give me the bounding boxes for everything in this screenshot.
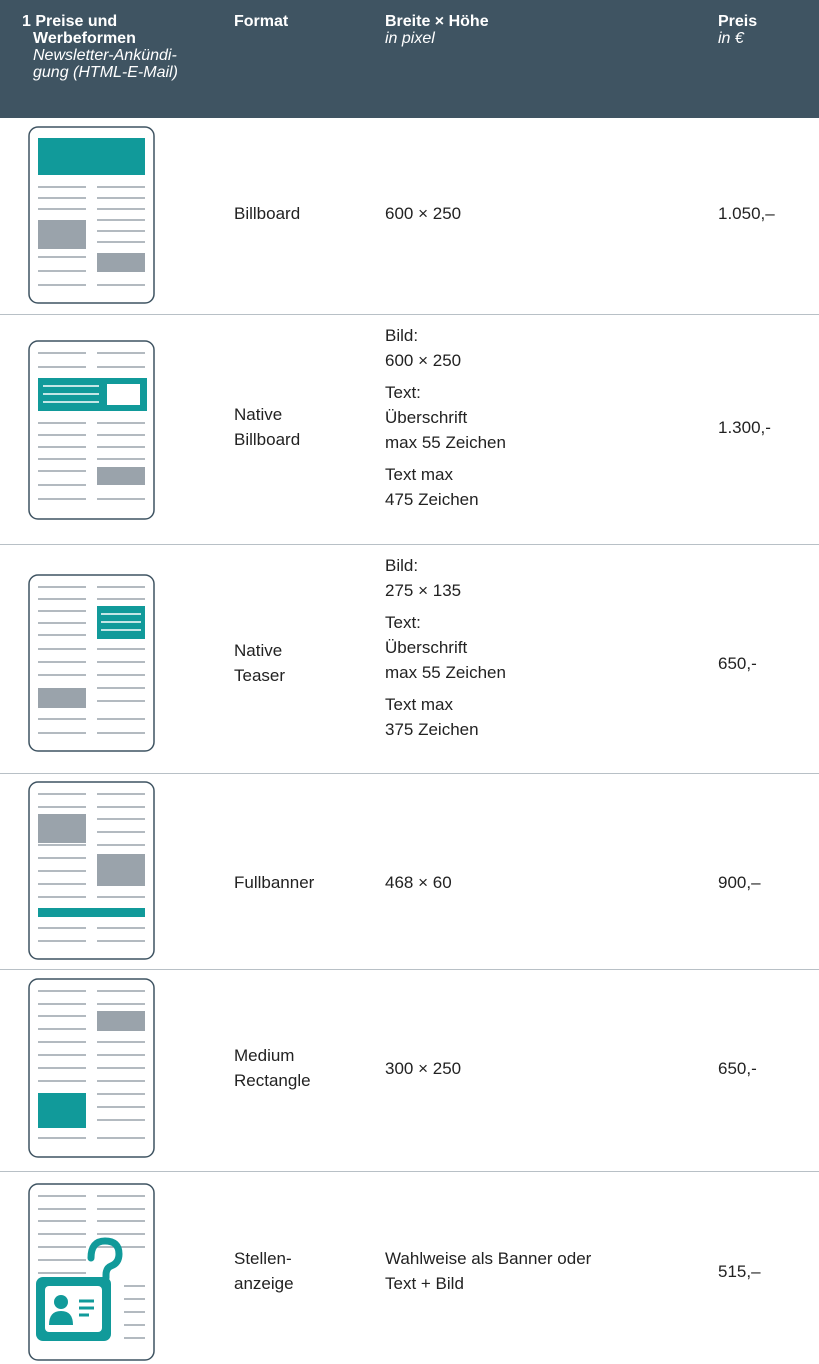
size-value: Wahlweise als Banner oder — [385, 1249, 592, 1268]
size-cell: Bild: 275 × 135 Text: Überschrift max 55… — [385, 553, 506, 742]
format-label: Rectangle — [234, 1071, 311, 1090]
size-value: 468 × 60 — [385, 873, 452, 892]
format-label: Billboard — [234, 204, 301, 223]
format-label: Medium — [234, 1046, 295, 1065]
native-billboard-layout-icon — [28, 340, 155, 520]
format-label: Native — [234, 405, 283, 424]
format-label: Billboard — [234, 430, 301, 449]
billboard-layout-icon — [28, 126, 155, 304]
price-cell: 515,– — [718, 1259, 761, 1284]
format-cell: Medium Rectangle — [234, 1043, 311, 1093]
native-teaser-layout-icon — [28, 574, 155, 752]
header-format-title: Format — [234, 13, 289, 30]
header-col-format: Format — [234, 13, 288, 30]
size-cell: 468 × 60 — [385, 870, 452, 895]
header-price-unit: in € — [718, 30, 744, 47]
price-value: 515,– — [718, 1262, 761, 1281]
size-value: 375 Zeichen — [385, 720, 479, 739]
header-col-price: Preis in € — [718, 13, 757, 47]
table-row: Fullbanner 468 × 60 900,– — [0, 774, 819, 970]
size-label: Bild: — [385, 556, 419, 575]
size-value: max 55 Zeichen — [385, 663, 506, 682]
size-label: Text max — [385, 695, 454, 714]
size-cell: 600 × 250 — [385, 201, 461, 226]
size-cell: Bild: 600 × 250 Text: Überschrift max 55… — [385, 323, 506, 512]
size-label: Text: — [385, 383, 421, 402]
size-value: Überschrift — [385, 408, 468, 427]
price-value: 650,- — [718, 654, 757, 673]
header-title-line-1: 1 Preise und — [22, 13, 118, 30]
format-cell: Native Billboard — [234, 402, 300, 452]
price-value: 650,- — [718, 1059, 757, 1078]
job-ad-layout-icon — [28, 1183, 155, 1361]
table-row: Medium Rectangle 300 × 250 650,- — [0, 970, 819, 1172]
format-cell: Native Teaser — [234, 638, 285, 688]
size-cell: Wahlweise als Banner oder Text + Bild — [385, 1246, 591, 1296]
size-value: Text + Bild — [385, 1274, 464, 1293]
table-header: 1 Preise und Werbeformen Newsletter-Ankü… — [0, 0, 819, 118]
header-size-title: Breite × Höhe — [385, 13, 489, 30]
price-value: 1.050,– — [718, 204, 775, 223]
size-value: Überschrift — [385, 638, 468, 657]
table-row: Native Billboard Bild: 600 × 250 Text: Ü… — [0, 315, 819, 545]
price-table: 1 Preise und Werbeformen Newsletter-Ankü… — [0, 0, 819, 1364]
format-cell: Fullbanner — [234, 870, 314, 895]
size-label: Bild: — [385, 326, 419, 345]
table-row: Billboard 600 × 250 1.050,– — [0, 118, 819, 315]
size-value: 300 × 250 — [385, 1059, 462, 1078]
price-value: 900,– — [718, 873, 761, 892]
header-price-title: Preis — [718, 13, 758, 30]
size-value: 600 × 250 — [385, 351, 462, 370]
size-label: Text max — [385, 465, 454, 484]
size-cell: 300 × 250 — [385, 1056, 461, 1081]
format-label: Stellen- — [234, 1249, 292, 1268]
format-cell: Stellen- anzeige — [234, 1246, 294, 1296]
format-label: Teaser — [234, 666, 286, 685]
medium-rectangle-layout-icon — [28, 978, 155, 1158]
price-cell: 1.300,- — [718, 415, 771, 440]
size-value: 600 × 250 — [385, 204, 462, 223]
price-value: 1.300,- — [718, 418, 771, 437]
format-label: Native — [234, 641, 283, 660]
format-cell: Billboard — [234, 201, 300, 226]
header-subtitle-line-1: Newsletter-Ankündi- — [33, 47, 177, 64]
fullbanner-layout-icon — [28, 781, 155, 960]
header-title-line-2: Werbeformen — [33, 30, 136, 47]
size-value: 475 Zeichen — [385, 490, 479, 509]
format-label: anzeige — [234, 1274, 294, 1293]
header-subtitle-line-2: gung (HTML-E-Mail) — [33, 64, 178, 81]
price-cell: 650,- — [718, 651, 757, 676]
table-row: Native Teaser Bild: 275 × 135 Text: Über… — [0, 545, 819, 774]
size-label: Text: — [385, 613, 421, 632]
header-col-size: Breite × Höhe in pixel — [385, 13, 489, 47]
table-row: Stellen- anzeige Wahlweise als Banner od… — [0, 1172, 819, 1363]
header-col-werbeformen: 1 Preise und Werbeformen Newsletter-Ankü… — [22, 13, 212, 81]
size-value: 275 × 135 — [385, 581, 462, 600]
price-cell: 650,- — [718, 1056, 757, 1081]
format-label: Fullbanner — [234, 873, 315, 892]
header-size-unit: in pixel — [385, 30, 435, 47]
price-cell: 1.050,– — [718, 201, 775, 226]
price-cell: 900,– — [718, 870, 761, 895]
size-value: max 55 Zeichen — [385, 433, 506, 452]
